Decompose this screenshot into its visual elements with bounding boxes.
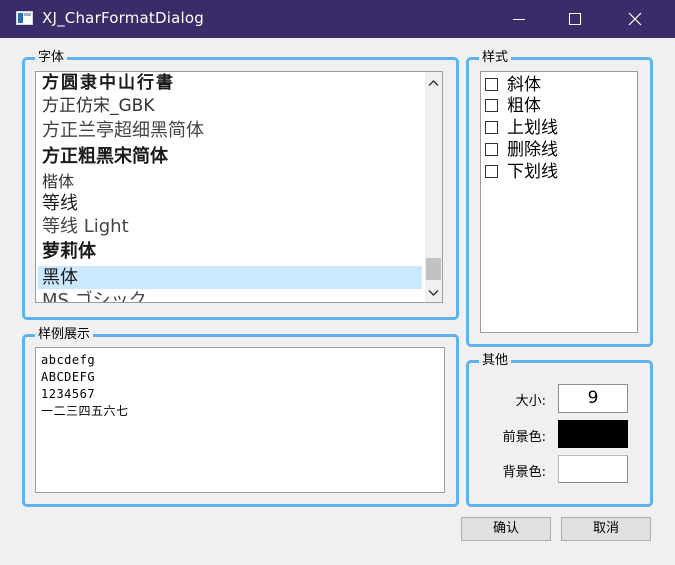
font-list-item[interactable]: 楷体 [38, 170, 422, 193]
style-group-title: 样式 [479, 50, 512, 66]
minimize-icon [513, 19, 525, 20]
size-label: 大小: [515, 394, 546, 409]
close-icon [628, 12, 642, 26]
sample-text-area[interactable]: abcdefg ABCDEFG 1234567 一二三四五六七 [35, 347, 445, 493]
maximize-icon [569, 13, 581, 25]
sample-line: ABCDEFG [41, 370, 96, 384]
background-color-swatch[interactable] [558, 455, 628, 483]
style-list: 斜体 粗体 上划线 删除线 下划线 [480, 71, 638, 333]
checkbox-box[interactable] [485, 78, 498, 91]
cancel-button[interactable]: 取消 [561, 517, 651, 541]
foreground-color-swatch[interactable] [558, 420, 628, 448]
checkbox-box[interactable] [485, 99, 498, 112]
checkbox-label: 删除线 [507, 140, 558, 160]
window-title: XJ_CharFormatDialog [42, 9, 204, 27]
title-bar[interactable]: XJ_CharFormatDialog [0, 0, 675, 38]
minimize-button[interactable] [496, 0, 542, 38]
checkbox-box[interactable] [485, 165, 498, 178]
sample-group-title: 样例展示 [35, 327, 94, 343]
foreground-color-label: 前景色: [502, 430, 546, 445]
checkbox-box[interactable] [485, 121, 498, 134]
font-list-item[interactable]: 方正兰亭超细黑简体 [38, 119, 422, 142]
font-list-item[interactable]: 等线 [38, 192, 422, 215]
font-list-item[interactable]: 方正粗黑宋简体 [38, 145, 422, 168]
sample-line: 一二三四五六七 [41, 404, 129, 418]
font-list-item[interactable]: 等线 Light [38, 215, 422, 238]
font-list-item[interactable]: 方圆隶中山行書 [38, 72, 422, 95]
font-list-item[interactable]: MS ゴシック [38, 289, 422, 302]
font-list[interactable]: 方圆隶中山行書 方正仿宋_GBK 方正兰亭超细黑简体 方正粗黑宋简体 楷体 等线… [35, 71, 443, 303]
checkbox-label: 上划线 [507, 118, 558, 138]
checkbox-label: 粗体 [507, 96, 541, 116]
scrollbar-thumb[interactable] [426, 258, 441, 280]
font-list-item[interactable]: 方正仿宋_GBK [38, 95, 422, 118]
font-group-title: 字体 [35, 50, 68, 66]
checkbox-label: 下划线 [507, 162, 558, 182]
font-list-item-selected[interactable]: 黑体 [38, 266, 422, 289]
font-list-scrollbar[interactable] [425, 72, 442, 302]
sample-line: 1234567 [41, 387, 96, 401]
other-group-title: 其他 [479, 353, 512, 369]
checkbox-label: 斜体 [507, 75, 541, 95]
font-size-input[interactable]: 9 [558, 384, 628, 413]
close-button[interactable] [612, 0, 658, 38]
ok-button[interactable]: 确认 [461, 517, 551, 541]
scroll-up-arrow-icon[interactable] [427, 77, 440, 90]
font-list-item[interactable]: 萝莉体 [38, 240, 422, 263]
app-icon [16, 11, 33, 25]
sample-line: abcdefg [41, 353, 96, 367]
maximize-button[interactable] [552, 0, 598, 38]
scroll-down-arrow-icon[interactable] [427, 286, 440, 299]
background-color-label: 背景色: [502, 465, 546, 480]
checkbox-box[interactable] [485, 143, 498, 156]
